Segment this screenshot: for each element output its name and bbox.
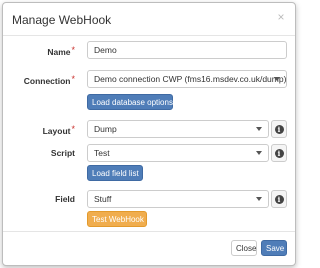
- chevron-down-icon: [256, 127, 262, 131]
- chevron-down-icon: [256, 197, 262, 201]
- connection-label: Connection*: [23, 74, 75, 86]
- field-info-button[interactable]: i: [271, 190, 287, 208]
- load-database-options-button[interactable]: Load database options: [87, 94, 173, 110]
- layout-info-button[interactable]: i: [271, 120, 287, 138]
- info-icon: i: [274, 149, 284, 158]
- required-marker: *: [71, 45, 75, 55]
- layout-select[interactable]: Dump: [87, 120, 269, 138]
- script-value: Test: [94, 148, 110, 158]
- modal-title: Manage WebHook: [12, 13, 112, 27]
- info-icon: i: [274, 195, 284, 204]
- field-label: Field: [55, 194, 75, 204]
- required-marker: *: [71, 124, 75, 134]
- layout-value: Dump: [94, 124, 117, 134]
- modal-header: Manage WebHook ×: [3, 3, 295, 36]
- layout-label: Layout*: [42, 124, 75, 136]
- load-field-list-button[interactable]: Load field list: [87, 165, 143, 181]
- chevron-down-icon: [256, 151, 262, 155]
- connection-value: Demo connection CWP (fms16.msdev.co.uk/d…: [94, 74, 287, 84]
- field-select[interactable]: Stuff: [87, 190, 269, 208]
- close-button[interactable]: Close: [231, 240, 257, 256]
- name-label: Name*: [47, 45, 75, 57]
- test-webhook-button[interactable]: Test WebHook: [87, 211, 147, 227]
- script-label: Script: [50, 148, 75, 158]
- save-button[interactable]: Save: [261, 240, 287, 256]
- connection-select[interactable]: Demo connection CWP (fms16.msdev.co.uk/d…: [87, 70, 287, 88]
- info-icon: i: [274, 125, 284, 134]
- script-select[interactable]: Test: [87, 144, 269, 162]
- name-input[interactable]: Demo: [87, 41, 287, 59]
- modal-footer: Close Save: [3, 231, 295, 265]
- chevron-down-icon: [274, 77, 280, 81]
- required-marker: *: [71, 74, 75, 84]
- close-icon[interactable]: ×: [275, 11, 287, 23]
- manage-webhook-modal: Manage WebHook × Name* Demo Connection* …: [2, 2, 296, 266]
- field-value: Stuff: [94, 194, 112, 204]
- script-info-button[interactable]: i: [271, 144, 287, 162]
